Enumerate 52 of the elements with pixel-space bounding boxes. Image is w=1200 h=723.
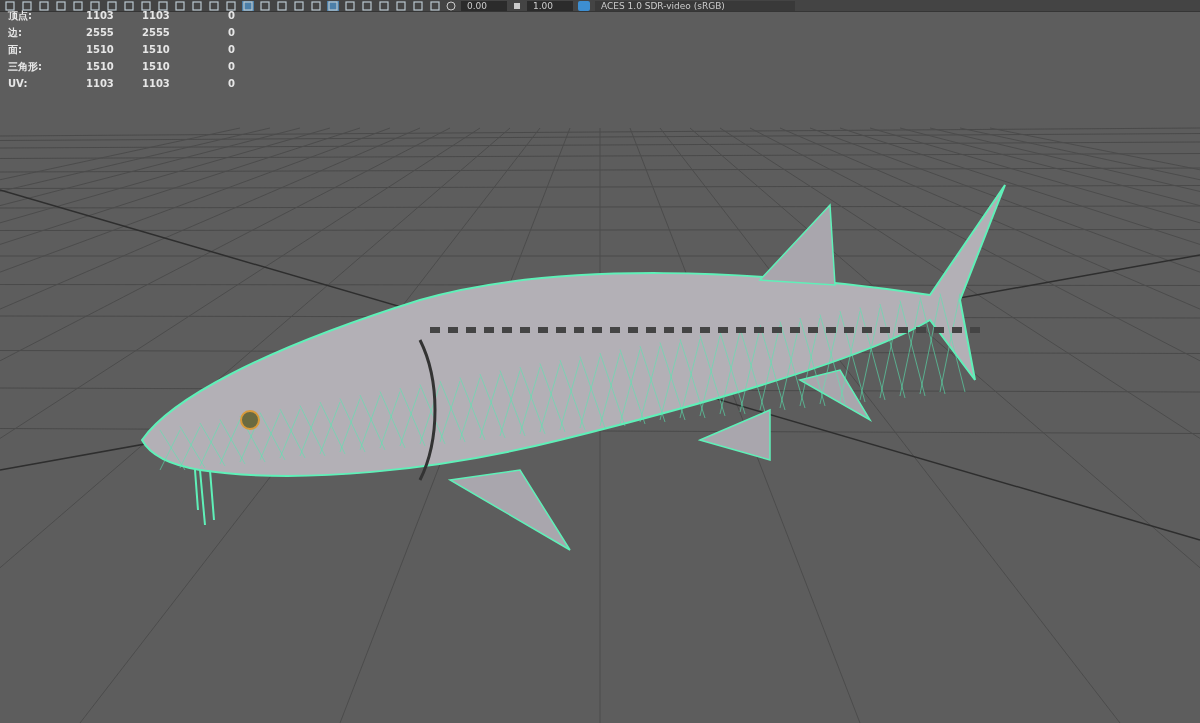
toolbar-tool-icon[interactable]	[276, 0, 288, 11]
stat-value: 0	[228, 11, 236, 21]
stat-value: 1510	[86, 62, 115, 72]
stat-value: 0	[228, 62, 236, 72]
toolbar-tool-icon[interactable]	[174, 0, 186, 11]
toolbar-tool-icon[interactable]	[225, 0, 237, 11]
toolbar-tool-icon[interactable]	[72, 0, 84, 11]
toolbar-tool-icon[interactable]	[106, 0, 118, 11]
toolbar-tool-icon[interactable]	[208, 0, 220, 11]
toolbar-tool-icon[interactable]	[395, 0, 407, 11]
toolbar-tool-icon[interactable]	[157, 0, 169, 11]
stat-value: 1510	[86, 45, 115, 55]
toolbar-tool-icon[interactable]	[259, 0, 271, 11]
gamma-icon[interactable]	[512, 0, 522, 11]
exposure-field[interactable]: 0.00	[461, 0, 507, 11]
stat-value: 1103	[142, 11, 171, 21]
stat-value: 1103	[86, 11, 115, 21]
toolbar-tool-icon[interactable]	[140, 0, 152, 11]
view-transform-icon[interactable]	[578, 0, 590, 11]
stat-label: 顶点:	[8, 11, 33, 21]
toolbar-tool-icon[interactable]	[310, 0, 322, 11]
toolbar-tool-icon[interactable]	[327, 0, 339, 11]
color-space-dropdown[interactable]: ACES 1.0 SDR-video (sRGB)	[595, 0, 795, 11]
toolbar-tool-icon[interactable]	[191, 0, 203, 11]
stat-label: 边:	[8, 28, 23, 38]
toolbar-tool-icon[interactable]	[4, 0, 16, 11]
exposure-icon[interactable]	[446, 0, 456, 11]
toolbar-tool-icon[interactable]	[38, 0, 50, 11]
gamma-field[interactable]: 1.00	[527, 0, 573, 11]
stat-label: 面:	[8, 45, 23, 55]
stat-value: 1510	[142, 62, 171, 72]
toolbar-tool-icon[interactable]	[412, 0, 424, 11]
toolbar-tool-icon[interactable]	[361, 0, 373, 11]
stat-value: 2555	[86, 28, 115, 38]
toolbar-tool-icon[interactable]	[293, 0, 305, 11]
toolbar-tool-icon[interactable]	[242, 0, 254, 11]
stat-value: 0	[228, 28, 236, 38]
toolbar-tool-icon[interactable]	[344, 0, 356, 11]
toolbar-tool-icon[interactable]	[378, 0, 390, 11]
stat-label: 三角形:	[8, 62, 43, 72]
toolbar-tool-icon[interactable]	[123, 0, 135, 11]
stat-value: 2555	[142, 28, 171, 38]
stat-value: 0	[228, 45, 236, 55]
toolbar-tool-icon[interactable]	[21, 0, 33, 11]
stat-label: UV:	[8, 79, 29, 89]
stat-value: 1103	[86, 79, 115, 89]
stat-value: 0	[228, 79, 236, 89]
toolbar-tool-icon[interactable]	[55, 0, 67, 11]
stat-value: 1510	[142, 45, 171, 55]
stat-value: 1103	[142, 79, 171, 89]
toolbar-tool-icon[interactable]	[429, 0, 441, 11]
toolbar-tool-icon[interactable]	[89, 0, 101, 11]
